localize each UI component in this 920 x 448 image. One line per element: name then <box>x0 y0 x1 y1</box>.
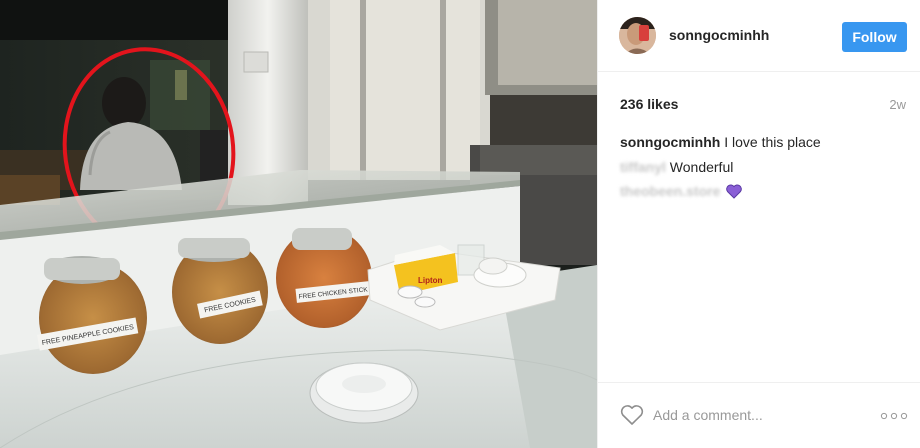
post-header: sonngocminhh Follow <box>598 0 920 72</box>
heart-outline-icon[interactable] <box>620 404 644 426</box>
avatar[interactable] <box>619 17 656 54</box>
comment-text: I love this place <box>724 134 821 150</box>
ellipsis-icon[interactable] <box>880 409 908 421</box>
caption: sonngocminhh I love this place <box>620 134 821 150</box>
comment-author-blurred[interactable]: theobeen.store <box>620 183 720 199</box>
comment-author[interactable]: sonngocminhh <box>620 134 720 150</box>
post-footer <box>598 382 920 448</box>
avatar-image <box>619 17 656 54</box>
post-age[interactable]: 2w <box>889 97 906 112</box>
likes-count[interactable]: 236 likes <box>620 96 678 112</box>
purple-heart-icon <box>726 184 743 202</box>
comment-item: theobeen.store <box>620 183 743 202</box>
comment-item: tiffanyl Wonderful <box>620 159 733 175</box>
comment-text: Wonderful <box>669 159 734 175</box>
post-username[interactable]: sonngocminhh <box>669 27 769 43</box>
post-sidebar: sonngocminhh Follow 236 likes 2w sonngoc… <box>597 0 920 448</box>
follow-button[interactable]: Follow <box>842 22 907 52</box>
post-photo[interactable]: FREE PINEAPPLE COOKIES FREE COOKIES FREE… <box>0 0 597 448</box>
photo-scene: FREE PINEAPPLE COOKIES FREE COOKIES FREE… <box>0 0 597 448</box>
tea-box-brand: Lipton <box>418 276 443 285</box>
comment-author-blurred[interactable]: tiffanyl <box>620 159 666 175</box>
add-comment-input[interactable] <box>653 404 853 426</box>
